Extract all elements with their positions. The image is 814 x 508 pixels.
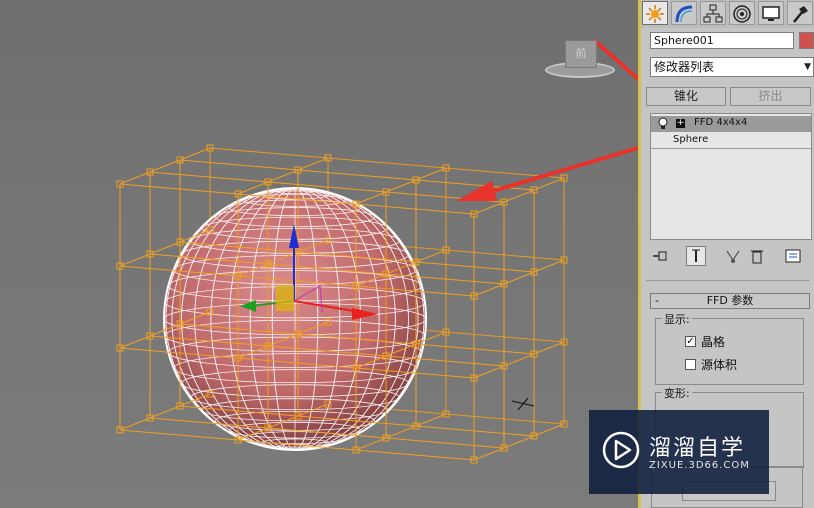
utilities-tab[interactable] bbox=[787, 1, 813, 25]
end-result-icon bbox=[692, 249, 700, 262]
hierarchy-icon bbox=[703, 4, 723, 23]
modifier-list-label: 修改器列表 bbox=[654, 60, 715, 74]
pin-icon bbox=[653, 251, 667, 261]
sun-star-icon bbox=[646, 5, 664, 23]
dropdown-arrow-icon[interactable]: ▼ bbox=[804, 58, 811, 76]
gizmo-plane-handle bbox=[276, 285, 294, 311]
perspective-viewport[interactable]: 前 bbox=[0, 0, 638, 508]
configure-sets-button[interactable] bbox=[783, 246, 803, 266]
create-tab[interactable] bbox=[642, 1, 668, 25]
scene-svg[interactable] bbox=[0, 0, 638, 508]
watermark-url: ZIXUE.3D66.COM bbox=[649, 460, 750, 471]
stack-item-ffd[interactable]: + FFD 4x4x4 bbox=[651, 116, 811, 132]
viewcube[interactable]: 前 bbox=[545, 36, 617, 82]
stack-toolbar bbox=[641, 244, 814, 268]
world-origin-icon bbox=[511, 397, 535, 411]
stack-item-ffd-label: FFD 4x4x4 bbox=[694, 117, 748, 128]
source-volume-checkbox[interactable] bbox=[685, 359, 696, 370]
object-color-swatch[interactable] bbox=[799, 32, 814, 49]
extrude-button[interactable]: 挤出 bbox=[730, 87, 811, 106]
hierarchy-tab[interactable] bbox=[700, 1, 726, 25]
monitor-icon bbox=[762, 6, 780, 21]
deform-group-title: 变形: bbox=[662, 385, 692, 401]
pin-stack-button[interactable] bbox=[650, 246, 670, 266]
modify-tab[interactable] bbox=[671, 1, 697, 25]
object-name-field[interactable]: Sphere001 bbox=[650, 32, 794, 49]
watermark-title: 溜溜自学 bbox=[649, 436, 746, 461]
lattice-label: 晶格 bbox=[701, 335, 726, 349]
display-group: 显示: ✓ 晶格 源体积 bbox=[655, 311, 804, 385]
display-group-title: 显示: bbox=[662, 311, 692, 327]
trash-icon bbox=[751, 250, 763, 264]
ffd-params-rollout-header[interactable]: - FFD 参数 bbox=[650, 293, 810, 309]
hammer-icon bbox=[793, 6, 808, 23]
lightbulb-icon[interactable] bbox=[658, 117, 668, 131]
taper-button[interactable]: 锥化 bbox=[646, 87, 726, 106]
viewcube-front-face[interactable]: 前 bbox=[565, 40, 597, 68]
configure-icon bbox=[785, 249, 801, 263]
modifier-list-dropdown[interactable]: 修改器列表 ▼ bbox=[650, 57, 814, 77]
sphere-object[interactable] bbox=[163, 187, 427, 451]
bend-curve-icon bbox=[675, 5, 693, 23]
expand-plus-icon[interactable]: + bbox=[676, 119, 685, 128]
watermark-badge: 溜溜自学 ZIXUE.3D66.COM bbox=[589, 410, 769, 494]
rollout-title: FFD 参数 bbox=[706, 294, 754, 307]
modifier-stack[interactable]: + FFD 4x4x4 Sphere bbox=[650, 113, 812, 240]
motion-tab[interactable] bbox=[729, 1, 755, 25]
show-end-result-button[interactable] bbox=[686, 246, 706, 266]
remove-modifier-button[interactable] bbox=[747, 246, 767, 266]
panel-divider bbox=[646, 280, 809, 281]
source-volume-label: 源体积 bbox=[701, 358, 738, 372]
stack-item-sphere[interactable]: Sphere bbox=[651, 133, 811, 149]
play-logo-icon bbox=[602, 431, 640, 469]
stack-item-sphere-label: Sphere bbox=[673, 134, 709, 145]
display-tab[interactable] bbox=[758, 1, 784, 25]
lattice-checkbox[interactable]: ✓ bbox=[685, 336, 696, 347]
make-unique-button[interactable] bbox=[723, 246, 743, 266]
make-unique-icon bbox=[726, 250, 740, 263]
motion-circle-icon bbox=[733, 5, 751, 23]
command-panel-tabs bbox=[641, 0, 814, 28]
